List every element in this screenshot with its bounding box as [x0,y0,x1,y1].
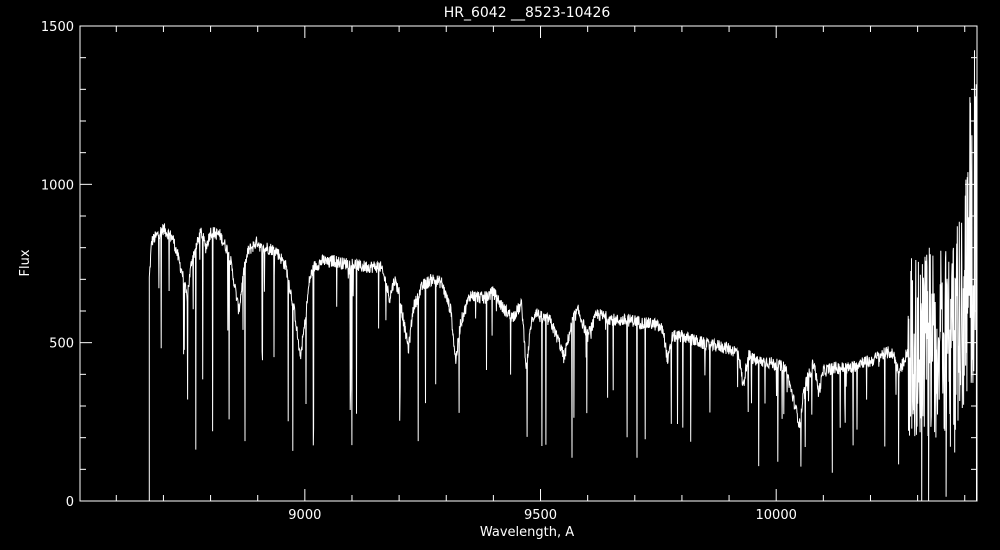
y-tick-label: 1500 [41,20,74,35]
x-axis-label: Wavelength, A [480,525,574,540]
chart-background [0,0,1000,550]
y-axis-label: Flux [18,249,33,276]
y-tick-label: 500 [49,337,74,352]
x-tick-label: 10000 [756,508,797,523]
x-tick-label: 9000 [288,508,321,523]
spectrum-chart: HR_6042 __8523-10426 9000 9500 10000 0 500 10… [0,0,1000,550]
x-tick-label: 9500 [524,508,557,523]
y-tick-label: 0 [66,495,74,510]
chart-title: HR_6042 __8523-10426 [444,5,611,21]
y-tick-label: 1000 [41,178,74,193]
